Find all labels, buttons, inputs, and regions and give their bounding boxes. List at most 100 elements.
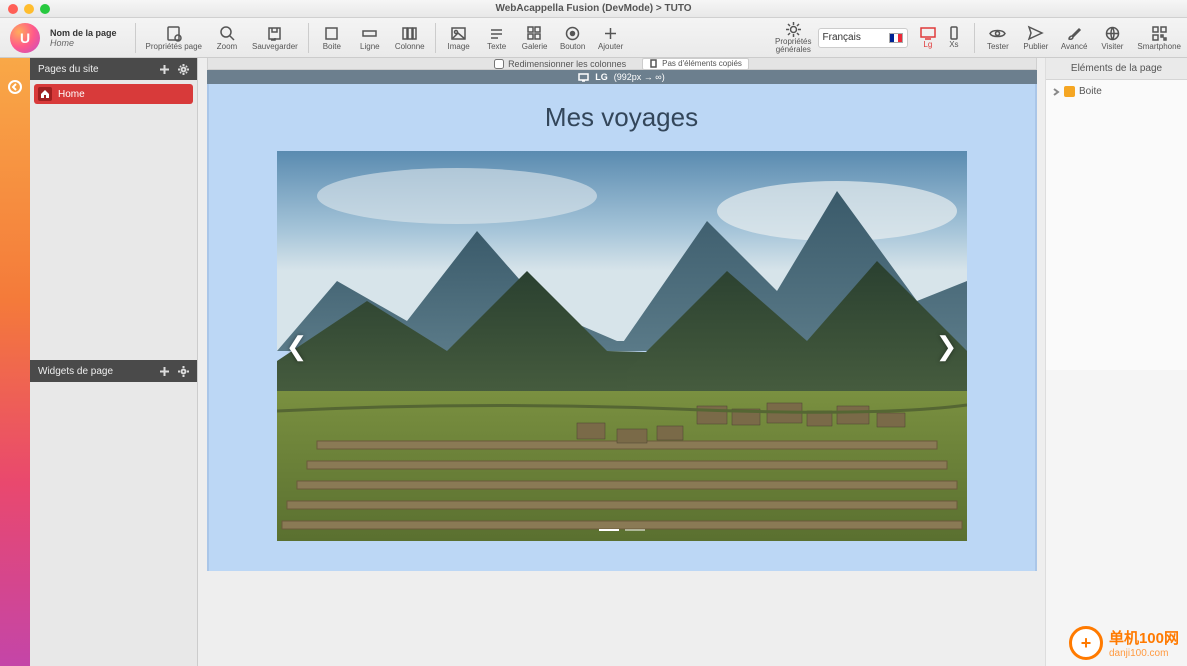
toolbar-label: Texte [487, 42, 506, 51]
slider-dots[interactable] [599, 529, 645, 531]
breakpoint-indicator[interactable]: LG (992px → ∞) [207, 70, 1037, 84]
device-label: Xs [949, 40, 958, 49]
page-name-value: Home [50, 38, 117, 48]
widgets-panel-header: Widgets de page [30, 360, 197, 382]
widgets-list [30, 382, 197, 666]
left-panel: Pages du site Home Widgets de page [30, 58, 198, 666]
plus-icon[interactable] [159, 366, 170, 377]
image-icon [450, 25, 467, 42]
widgets-panel-title: Widgets de page [38, 366, 113, 377]
page-heading: Mes voyages [545, 102, 698, 133]
window-titlebar: WebAcappella Fusion (DevMode) > TUTO [0, 0, 1187, 18]
save-icon [266, 25, 283, 42]
page-properties-button[interactable]: Propriétés page [140, 19, 208, 57]
hero-slider[interactable]: ❮ ❯ [277, 151, 967, 541]
maximize-window-button[interactable] [40, 4, 50, 14]
toolbar-label: Publier [1023, 42, 1048, 51]
clipboard-status[interactable]: Pas d'éléments copiés [642, 58, 749, 70]
magnifier-icon [219, 25, 236, 42]
line-tool-button[interactable]: Ligne [351, 19, 389, 57]
flag-france-icon [889, 33, 903, 43]
desktop-icon [920, 26, 936, 40]
column-tool-button[interactable]: Colonne [389, 19, 431, 57]
box-tool-button[interactable]: Boite [313, 19, 351, 57]
page-item-label: Home [58, 89, 85, 100]
watermark-url: danji100.com [1109, 648, 1179, 659]
toolbar-label: Image [448, 42, 470, 51]
right-panel: Eléments de la page Boite [1045, 58, 1187, 666]
page-item-home[interactable]: Home [34, 84, 193, 104]
device-lg-button[interactable]: Lg [916, 26, 940, 49]
gallery-icon [526, 25, 543, 42]
slider-prev-button[interactable]: ❮ [283, 326, 311, 366]
toolbar-label: Tester [987, 42, 1009, 51]
advanced-button[interactable]: Avancé [1055, 19, 1094, 57]
save-button[interactable]: Sauvegarder [246, 19, 304, 57]
traffic-lights [8, 4, 50, 14]
elements-tree: Boite [1046, 80, 1187, 370]
slide-image [277, 151, 967, 541]
clipboard-icon [649, 59, 658, 68]
image-tool-button[interactable]: Image [440, 19, 478, 57]
gear-icon [785, 21, 802, 38]
language-label: Français [823, 32, 861, 43]
toolbar-label: Bouton [560, 42, 585, 51]
checkbox-label: Redimensionner les colonnes [508, 59, 626, 69]
box-icon [1064, 86, 1075, 97]
collapse-sidebar-strip[interactable] [0, 58, 30, 666]
page-name-block: Nom de la page Home [50, 28, 117, 48]
toolbar-label: Propriétés générales [775, 38, 811, 54]
text-icon [488, 25, 505, 42]
resize-columns-checkbox[interactable]: Redimensionner les colonnes [494, 59, 626, 69]
home-icon [38, 87, 52, 101]
document-gear-icon [165, 25, 182, 42]
button-tool-button[interactable]: Bouton [554, 19, 592, 57]
line-icon [361, 25, 378, 42]
slider-next-button[interactable]: ❯ [933, 326, 961, 366]
box-icon [323, 25, 340, 42]
publish-button[interactable]: Publier [1017, 19, 1055, 57]
page-name-label: Nom de la page [50, 28, 117, 38]
page-canvas[interactable]: Mes voyages [207, 84, 1037, 571]
test-button[interactable]: Tester [979, 19, 1017, 57]
watermark: + 单机100网 danji100.com [1069, 626, 1179, 660]
main-toolbar: U Nom de la page Home Propriétés page Zo… [0, 18, 1187, 58]
eye-icon [989, 25, 1006, 42]
close-window-button[interactable] [8, 4, 18, 14]
device-xs-button[interactable]: Xs [942, 26, 966, 49]
chevron-left-icon [8, 80, 22, 94]
gear-icon[interactable] [178, 366, 189, 377]
watermark-brand: 单机100网 [1109, 627, 1179, 648]
canvas-area: Redimensionner les colonnes Pas d'élémen… [198, 58, 1045, 666]
brush-icon [1066, 25, 1083, 42]
plus-icon[interactable] [159, 64, 170, 75]
toolbar-label: Zoom [217, 42, 237, 51]
text-tool-button[interactable]: Texte [478, 19, 516, 57]
toolbar-label: Sauvegarder [252, 42, 298, 51]
minimize-window-button[interactable] [24, 4, 34, 14]
toolbar-label: Boite [323, 42, 341, 51]
gallery-tool-button[interactable]: Galerie [516, 19, 554, 57]
phone-icon [946, 26, 962, 40]
chevron-right-icon [1052, 88, 1060, 96]
toolbar-label: Propriétés page [146, 42, 202, 51]
device-label: Lg [923, 40, 932, 49]
window-title: WebAcappella Fusion (DevMode) > TUTO [495, 3, 691, 14]
visit-button[interactable]: Visiter [1093, 19, 1131, 57]
pages-panel-header: Pages du site [30, 58, 197, 80]
app-logo[interactable]: U [10, 23, 40, 53]
element-item-box[interactable]: Boite [1052, 84, 1181, 99]
pages-list: Home [30, 80, 197, 360]
globe-icon [1104, 25, 1121, 42]
elements-panel-header: Eléments de la page [1046, 58, 1187, 80]
gear-icon[interactable] [178, 64, 189, 75]
button-icon [564, 25, 581, 42]
smartphone-button[interactable]: Smartphone [1131, 19, 1187, 57]
general-properties-button[interactable]: Propriétés générales [769, 19, 817, 57]
breakpoint-range: (992px → ∞) [614, 72, 665, 82]
toolbar-label: Colonne [395, 42, 425, 51]
language-selector[interactable]: Français [818, 28, 908, 48]
add-tool-button[interactable]: Ajouter [592, 19, 630, 57]
zoom-button[interactable]: Zoom [208, 19, 246, 57]
elements-panel-title: Eléments de la page [1071, 63, 1162, 74]
